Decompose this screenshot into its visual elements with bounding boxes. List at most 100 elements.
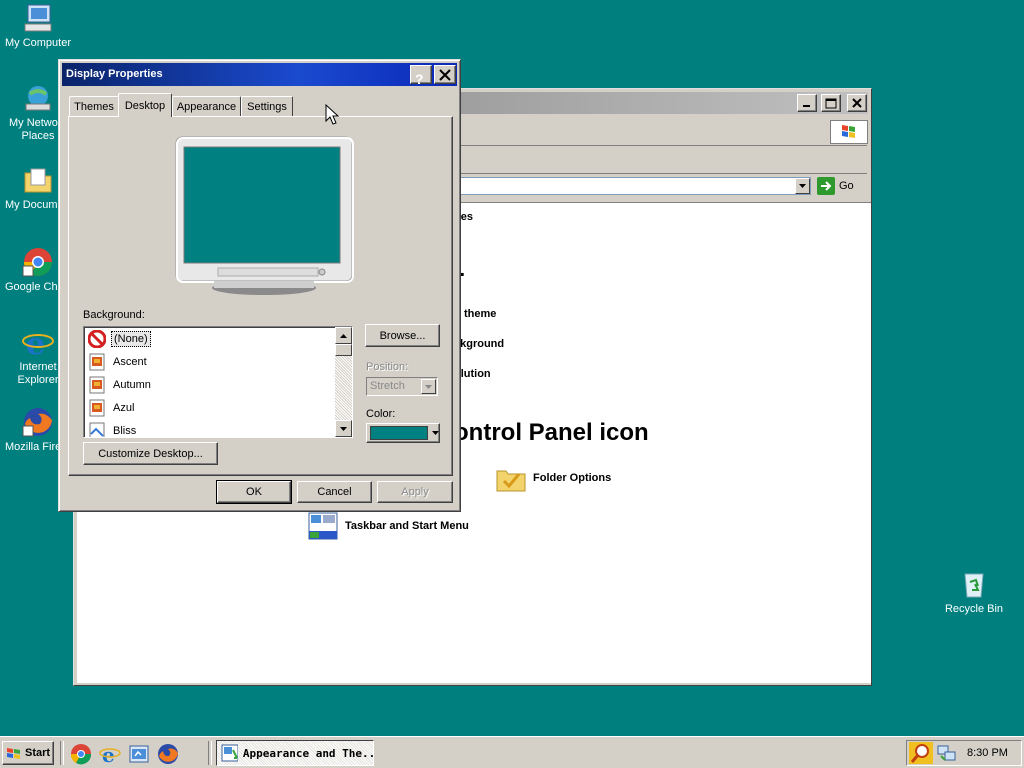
taskbar-start-menu-icon (308, 512, 338, 540)
ok-button[interactable]: OK (216, 480, 292, 504)
my-computer-icon (22, 2, 54, 34)
folder-options-label: Folder Options (533, 472, 612, 484)
quick-launch-divider (60, 741, 64, 765)
desktop-icon-recycle-bin[interactable]: Recycle Bin (936, 568, 1012, 616)
search-icon (910, 744, 929, 763)
folder-options-item[interactable]: Folder Options (495, 463, 611, 493)
tab-themes[interactable]: Themes (69, 96, 119, 116)
address-dropdown-button[interactable] (795, 178, 810, 194)
network-places-icon (22, 82, 54, 114)
go-button[interactable]: Go (817, 176, 865, 196)
scroll-thumb[interactable] (335, 344, 352, 356)
desktop-icon-label: Recycle Bin (944, 603, 1004, 615)
tab-desktop[interactable]: Desktop (118, 93, 172, 117)
tray-clock[interactable]: 8:30 PM (967, 747, 1008, 759)
address-input[interactable] (457, 177, 811, 195)
list-item-azul[interactable]: Azul (88, 397, 328, 419)
minimize-button[interactable] (797, 94, 817, 112)
folder-documents-icon (22, 164, 54, 196)
show-desktop-icon (129, 745, 149, 763)
list-item-bliss[interactable]: Bliss (88, 420, 328, 437)
chevron-down-icon (799, 184, 806, 188)
control-panel-icon (221, 744, 238, 762)
task-button-label: Appearance and The... (242, 746, 373, 760)
task-change-theme[interactable]: theme (464, 308, 496, 320)
color-swatch (370, 426, 428, 440)
list-item-ascent[interactable]: Ascent (88, 351, 328, 373)
pick-control-panel-icon-heading: ontrol Panel icon (454, 419, 649, 446)
chevron-down-icon (425, 384, 432, 389)
tray-search-icon-button[interactable] (909, 742, 933, 764)
list-item-label: Bliss (113, 425, 137, 437)
desktop-icon-label: Internet Explorer (17, 361, 59, 386)
folder-options-icon (496, 470, 526, 492)
go-label: Go (839, 180, 854, 192)
taskbar: Start e Appearance and The... 8:30 PM (0, 736, 1024, 768)
position-dropdown-button (421, 379, 436, 394)
scroll-down-button[interactable] (335, 420, 352, 437)
chevron-up-icon (340, 333, 347, 338)
chevron-down-icon (340, 426, 347, 431)
chrome-icon (70, 744, 92, 765)
quick-launch-chrome[interactable] (70, 743, 92, 765)
mouse-cursor (325, 104, 339, 125)
system-tray: 8:30 PM (906, 740, 1022, 766)
list-item-label: Autumn (113, 379, 151, 391)
task-divider (208, 741, 212, 765)
windows-flag-icon (7, 748, 20, 759)
apply-button: Apply (377, 481, 453, 503)
color-picker-button[interactable] (366, 423, 440, 443)
internet-explorer-icon: e (99, 743, 121, 767)
quick-launch-firefox[interactable] (157, 743, 179, 765)
network-icon (937, 745, 956, 761)
background-list-scrollbar[interactable] (335, 327, 352, 437)
maximize-button[interactable] (821, 94, 841, 112)
task-change-background[interactable]: ckground (454, 338, 504, 350)
cancel-button[interactable]: Cancel (297, 481, 372, 503)
quick-launch-ie[interactable]: e (99, 743, 121, 767)
dialog-titlebar[interactable]: Display Properties ? (62, 63, 457, 87)
dialog-title: Display Properties (66, 68, 163, 80)
svg-text:e: e (26, 327, 45, 358)
start-label: Start (25, 747, 51, 759)
firefox-icon (158, 744, 178, 764)
tab-settings[interactable]: Settings (241, 96, 293, 116)
scroll-up-button[interactable] (335, 327, 352, 344)
chrome-icon (22, 246, 54, 278)
internet-explorer-icon: e (22, 326, 54, 362)
quick-launch-show-desktop[interactable] (128, 743, 150, 765)
tab-appearance[interactable]: Appearance (172, 96, 241, 116)
list-item-none[interactable]: (None) (87, 328, 328, 350)
dialog-close-button[interactable] (434, 65, 456, 84)
list-item-label: (None) (111, 331, 151, 347)
desktop-tab-panel: Background: (None) Ascent Autumn Azul Bl… (68, 116, 453, 476)
go-arrow-icon (817, 177, 835, 195)
customize-desktop-button[interactable]: Customize Desktop... (83, 442, 218, 465)
position-select: Stretch (366, 377, 438, 396)
close-button[interactable] (847, 94, 867, 112)
desktop-icon-label: My Computer (4, 37, 72, 49)
list-item-autumn[interactable]: Autumn (88, 374, 328, 396)
background-label: Background: (83, 309, 145, 321)
svg-text:e: e (102, 743, 115, 765)
start-button[interactable]: Start (2, 741, 54, 765)
taskbar-start-menu-item[interactable]: Taskbar and Start Menu (307, 511, 469, 541)
help-button[interactable]: ? (410, 65, 432, 87)
windows-logo-icon (830, 120, 868, 144)
recycle-bin-icon (958, 568, 990, 600)
browse-button[interactable]: Browse... (365, 324, 440, 347)
close-icon (852, 98, 862, 108)
display-properties-dialog[interactable]: Display Properties ? Themes Desktop Appe… (58, 59, 461, 512)
monitor-preview (174, 135, 354, 295)
image-file-icon (88, 376, 106, 394)
tray-network-icon[interactable] (937, 744, 957, 762)
chevron-down-icon (432, 431, 439, 435)
question-icon: ? (415, 71, 424, 87)
position-label: Position: (366, 361, 409, 373)
none-icon (87, 329, 107, 349)
desktop-icon-my-computer[interactable]: My Computer (0, 2, 76, 50)
image-file-icon (88, 399, 106, 417)
task-button-appearance[interactable]: Appearance and The... (216, 740, 374, 766)
firefox-icon (22, 406, 54, 438)
background-listbox[interactable]: (None) Ascent Autumn Azul Bliss (83, 326, 353, 438)
